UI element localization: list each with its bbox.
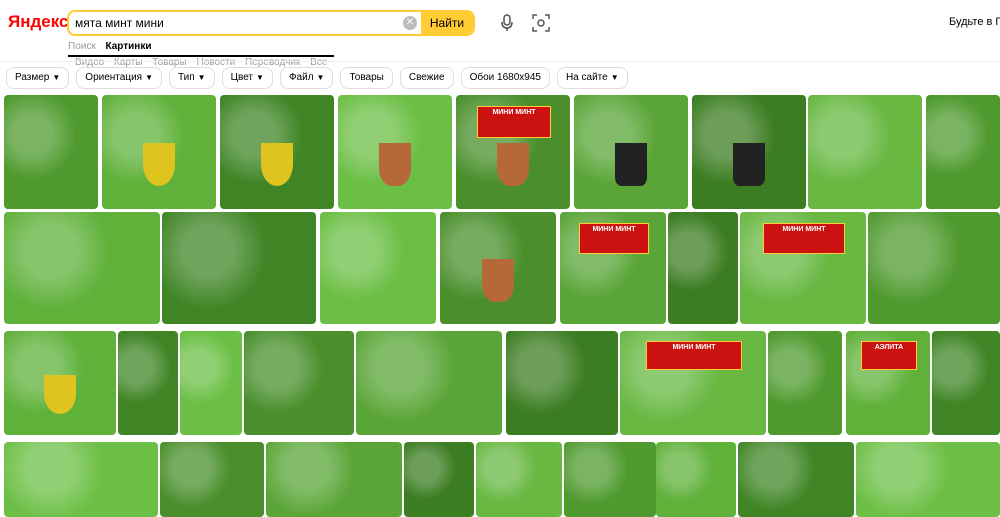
image-result[interactable] (564, 442, 656, 517)
filter-size[interactable]: Размер ▼ (6, 67, 70, 89)
image-result[interactable] (738, 442, 854, 517)
logo-text: Яндекс (8, 12, 69, 31)
pot (143, 142, 175, 187)
pot (379, 142, 411, 187)
image-result[interactable] (162, 212, 316, 324)
filter-color[interactable]: Цвет ▼ (221, 67, 273, 89)
image-result[interactable]: МИНИ МИНТ (620, 331, 766, 435)
filter-label: Обои 1680x945 (469, 72, 541, 83)
header-divider (0, 61, 1000, 62)
image-result[interactable] (4, 95, 98, 209)
image-result[interactable] (476, 442, 562, 517)
search-tabs: Поиск Картинки Видео Карты Товары Новост… (68, 41, 334, 68)
filter-label: На сайте (565, 72, 608, 83)
image-result[interactable] (506, 331, 618, 435)
image-result[interactable] (180, 331, 242, 435)
image-result[interactable] (868, 212, 1000, 324)
image-result[interactable] (160, 442, 264, 517)
filter-orientation[interactable]: Ориентация ▼ (76, 67, 162, 89)
filter-type[interactable]: Тип ▼ (169, 67, 215, 89)
tab-search[interactable]: Поиск (68, 41, 96, 52)
chevron-down-icon: ▼ (256, 73, 264, 82)
pot (481, 259, 515, 302)
image-result[interactable] (102, 95, 216, 209)
image-result[interactable] (404, 442, 474, 517)
image-result[interactable] (266, 442, 402, 517)
close-icon[interactable]: ✕ (403, 16, 417, 30)
filter-label: Размер (15, 72, 50, 83)
image-grid: МИНИ МИНТ МИНИ МИНТ МИНИ МИНТ МИНИ МИНТ АЭЛИ… (0, 95, 1000, 517)
filter-label: Файл (288, 72, 314, 83)
image-result[interactable]: МИНИ МИНТ (560, 212, 666, 324)
pot (733, 142, 765, 187)
image-result[interactable] (932, 331, 1000, 435)
image-result[interactable]: МИНИ МИНТ (740, 212, 866, 324)
image-result[interactable] (574, 95, 688, 209)
find-button[interactable]: Найти (421, 12, 473, 34)
pot (44, 374, 76, 415)
image-result[interactable] (656, 442, 736, 517)
image-result[interactable] (338, 95, 452, 209)
image-result[interactable] (118, 331, 178, 435)
tab-images[interactable]: Картинки (68, 41, 334, 57)
chevron-down-icon: ▼ (316, 73, 325, 82)
image-result[interactable]: МИНИ МИНТ (456, 95, 570, 209)
pot (497, 142, 529, 187)
camera-lens-icon[interactable] (532, 14, 550, 32)
seed-packet-label: АЭЛИТА (861, 341, 917, 371)
chevron-down-icon: ▼ (610, 73, 619, 82)
yandex-logo[interactable]: Яндекс (8, 12, 68, 32)
image-result[interactable] (4, 331, 116, 435)
image-result[interactable] (856, 442, 1000, 517)
filter-label: Товары (349, 72, 384, 83)
filter-file[interactable]: Файл ▼ (279, 67, 334, 89)
seed-packet-label: МИНИ МИНТ (762, 223, 846, 255)
filter-on-site[interactable]: На сайте ▼ (556, 67, 628, 89)
filter-bar: Размер ▼ Ориентация ▼ Тип ▼ Цвет ▼ Файл ▼ Тов… (6, 67, 635, 89)
promo-link[interactable]: Будьте в Пл (949, 16, 1000, 28)
seed-packet-label: МИНИ МИНТ (646, 341, 742, 371)
filter-fresh[interactable]: Свежие (399, 67, 454, 89)
image-result[interactable] (4, 212, 160, 324)
image-result[interactable] (440, 212, 556, 324)
seed-packet-label: МИНИ МИНТ (579, 223, 649, 255)
filter-wallpaper-size[interactable]: Обои 1680x945 (460, 67, 550, 89)
filter-label: Свежие (408, 72, 445, 83)
image-result[interactable] (356, 331, 502, 435)
chevron-down-icon: ▼ (197, 73, 206, 82)
filter-products[interactable]: Товары (340, 67, 393, 89)
filter-label: Ориентация (85, 72, 143, 83)
microphone-icon[interactable] (500, 14, 514, 32)
image-result[interactable] (320, 212, 436, 324)
image-result[interactable] (244, 331, 354, 435)
pot (615, 142, 647, 187)
image-result[interactable] (220, 95, 334, 209)
image-result[interactable] (668, 212, 738, 324)
header: Яндекс ✕ Найти Будьте в Пл Поиск Картинк… (0, 0, 1000, 68)
chevron-down-icon: ▼ (145, 73, 153, 82)
image-result[interactable] (768, 331, 842, 435)
filter-label: Тип (178, 72, 195, 83)
chevron-down-icon: ▼ (52, 73, 61, 82)
image-result[interactable] (4, 442, 158, 517)
pot (261, 142, 293, 187)
seed-packet-label: МИНИ МИНТ (476, 106, 552, 139)
filter-label: Цвет (230, 72, 254, 83)
image-result[interactable] (926, 95, 1000, 209)
search-box: ✕ Найти (67, 10, 475, 36)
image-result[interactable] (808, 95, 922, 209)
image-result[interactable]: АЭЛИТА (846, 331, 930, 435)
image-result[interactable] (692, 95, 806, 209)
search-input[interactable] (75, 12, 395, 34)
